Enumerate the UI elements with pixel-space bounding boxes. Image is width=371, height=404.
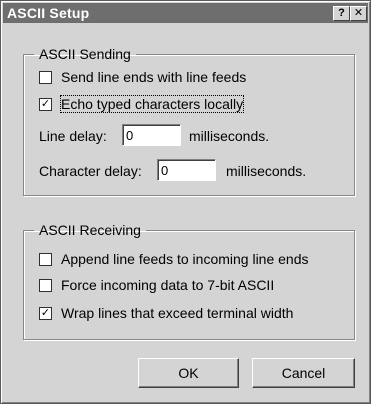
force-7bit-option[interactable]: Force incoming data to 7-bit ASCII <box>39 277 274 293</box>
append-line-feeds-option[interactable]: Append line feeds to incoming line ends <box>39 251 309 267</box>
line-delay-label: Line delay: <box>39 128 107 144</box>
character-delay-unit: milliseconds. <box>226 163 307 179</box>
force-7bit-checkbox[interactable] <box>39 278 52 292</box>
wrap-lines-checkbox[interactable]: ✓ <box>39 306 52 320</box>
echo-typed-checkbox[interactable]: ✓ <box>39 97 52 111</box>
cancel-button[interactable]: Cancel <box>252 358 355 388</box>
character-delay-input[interactable] <box>157 159 216 181</box>
send-line-ends-option[interactable]: Send line ends with line feeds <box>39 69 246 85</box>
send-line-ends-label: Send line ends with line feeds <box>61 69 247 85</box>
help-button[interactable]: ? <box>333 6 350 21</box>
wrap-lines-label: Wrap lines that exceed terminal width <box>61 305 294 321</box>
wrap-lines-option[interactable]: ✓ Wrap lines that exceed terminal width <box>39 305 293 321</box>
line-delay-unit: milliseconds. <box>189 128 270 144</box>
ascii-sending-legend: ASCII Sending <box>39 46 131 62</box>
append-line-feeds-checkbox[interactable] <box>39 252 52 266</box>
ok-button[interactable]: OK <box>138 358 239 388</box>
echo-typed-option[interactable]: ✓ Echo typed characters locally <box>39 95 245 113</box>
ascii-receiving-legend: ASCII Receiving <box>39 222 141 238</box>
character-delay-label: Character delay: <box>39 163 142 179</box>
dialog-title: ASCII Setup <box>7 5 90 21</box>
ascii-setup-dialog: ASCII Setup ? ✕ ASCII Sending Send line … <box>0 0 371 404</box>
line-delay-input[interactable] <box>122 124 181 146</box>
title-bar[interactable]: ASCII Setup ? ✕ <box>3 3 368 23</box>
close-button[interactable]: ✕ <box>350 6 367 21</box>
append-line-feeds-label: Append line feeds to incoming line ends <box>61 251 309 267</box>
send-line-ends-checkbox[interactable] <box>39 70 52 84</box>
echo-typed-label: Echo typed characters locally <box>59 95 245 113</box>
force-7bit-label: Force incoming data to 7-bit ASCII <box>61 277 275 293</box>
